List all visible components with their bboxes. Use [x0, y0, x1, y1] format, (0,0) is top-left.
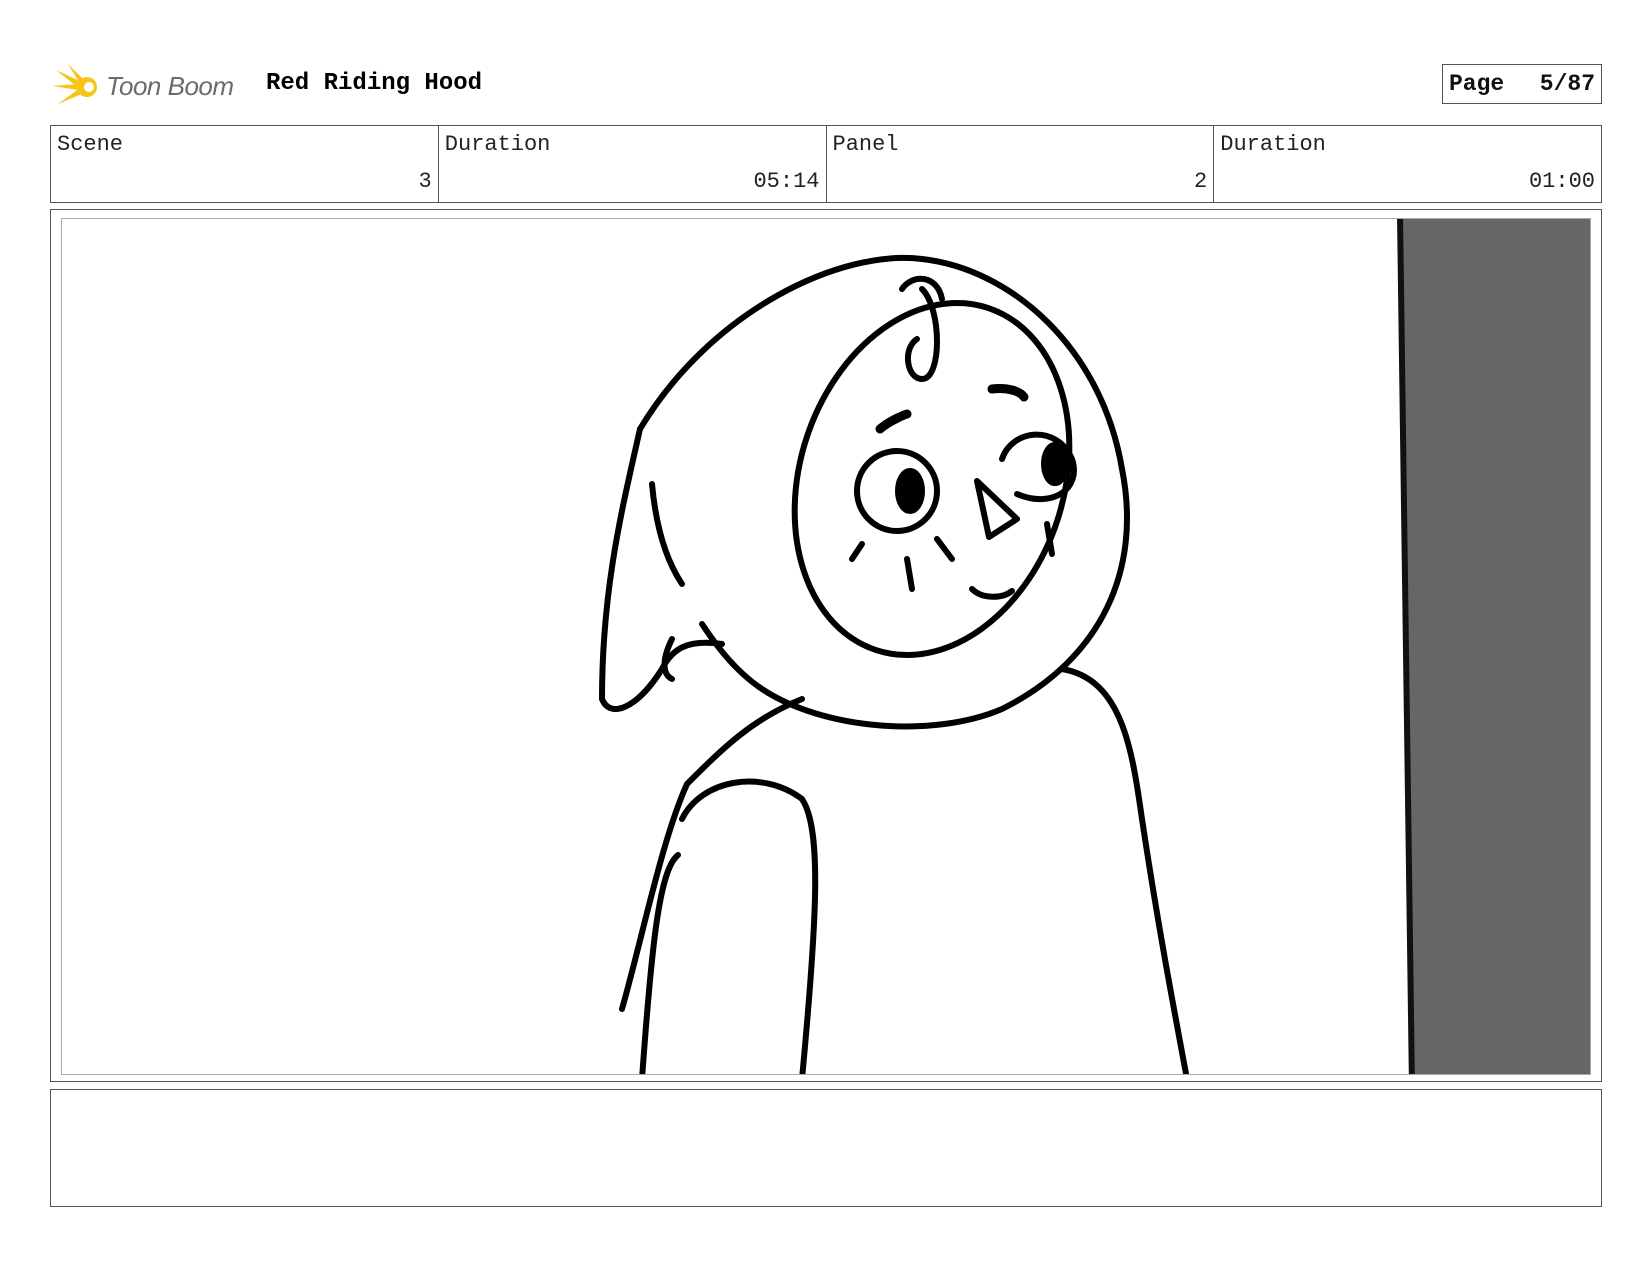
mouth: [969, 586, 1015, 600]
storyboard-header: Toon Boom Red Riding Hood Page 5/87: [52, 58, 1612, 114]
panel-duration-value: 01:00: [1528, 169, 1595, 194]
left-eyebrow: [875, 409, 912, 434]
panel-duration-label: Duration: [1220, 132, 1326, 157]
brand-name: Toon Boom: [106, 70, 234, 101]
arm-inner: [639, 852, 681, 1074]
right-eyebrow: [987, 384, 1029, 402]
panel-label: Panel: [832, 132, 899, 157]
page-label: Page: [1449, 71, 1505, 97]
panel-cell: Panel 2: [827, 126, 1215, 202]
page-number: 5/87: [1539, 71, 1595, 97]
body-right: [1059, 666, 1190, 1074]
shadow-wall: [1400, 219, 1590, 1074]
arm: [679, 778, 819, 1074]
scene-duration-cell: Duration 05:14: [439, 126, 827, 202]
left-pupil: [895, 468, 925, 514]
panel-duration-cell: Duration 01:00: [1214, 126, 1601, 202]
scene-value: 3: [418, 169, 432, 194]
scene-duration-label: Duration: [444, 132, 551, 157]
left-cheek-line-2: [904, 556, 915, 592]
right-pupil: [1041, 442, 1069, 486]
project-title: Red Riding Hood: [266, 70, 483, 97]
nose: [974, 478, 1020, 540]
hood-fold: [649, 481, 685, 587]
panel-value: 2: [1194, 169, 1208, 194]
hair-curl: [905, 286, 940, 382]
page-indicator: Page 5/87: [1442, 64, 1602, 104]
panel-image: [61, 218, 1591, 1075]
scene-label: Scene: [57, 132, 124, 157]
toon-boom-logo: Toon Boom: [52, 58, 234, 114]
panel-info-row: Scene 3 Duration 05:14 Panel 2 Duration …: [50, 125, 1602, 203]
storyboard-drawing: [599, 219, 1590, 1074]
left-cheek-line-3: [934, 536, 955, 562]
scene-duration-value: 05:14: [753, 169, 820, 194]
toon-boom-star-icon: [52, 64, 97, 104]
panel-frame: [50, 209, 1602, 1082]
caption-box: [50, 1089, 1602, 1207]
scene-cell: Scene 3: [51, 126, 439, 202]
left-cheek-line-1: [849, 541, 865, 562]
